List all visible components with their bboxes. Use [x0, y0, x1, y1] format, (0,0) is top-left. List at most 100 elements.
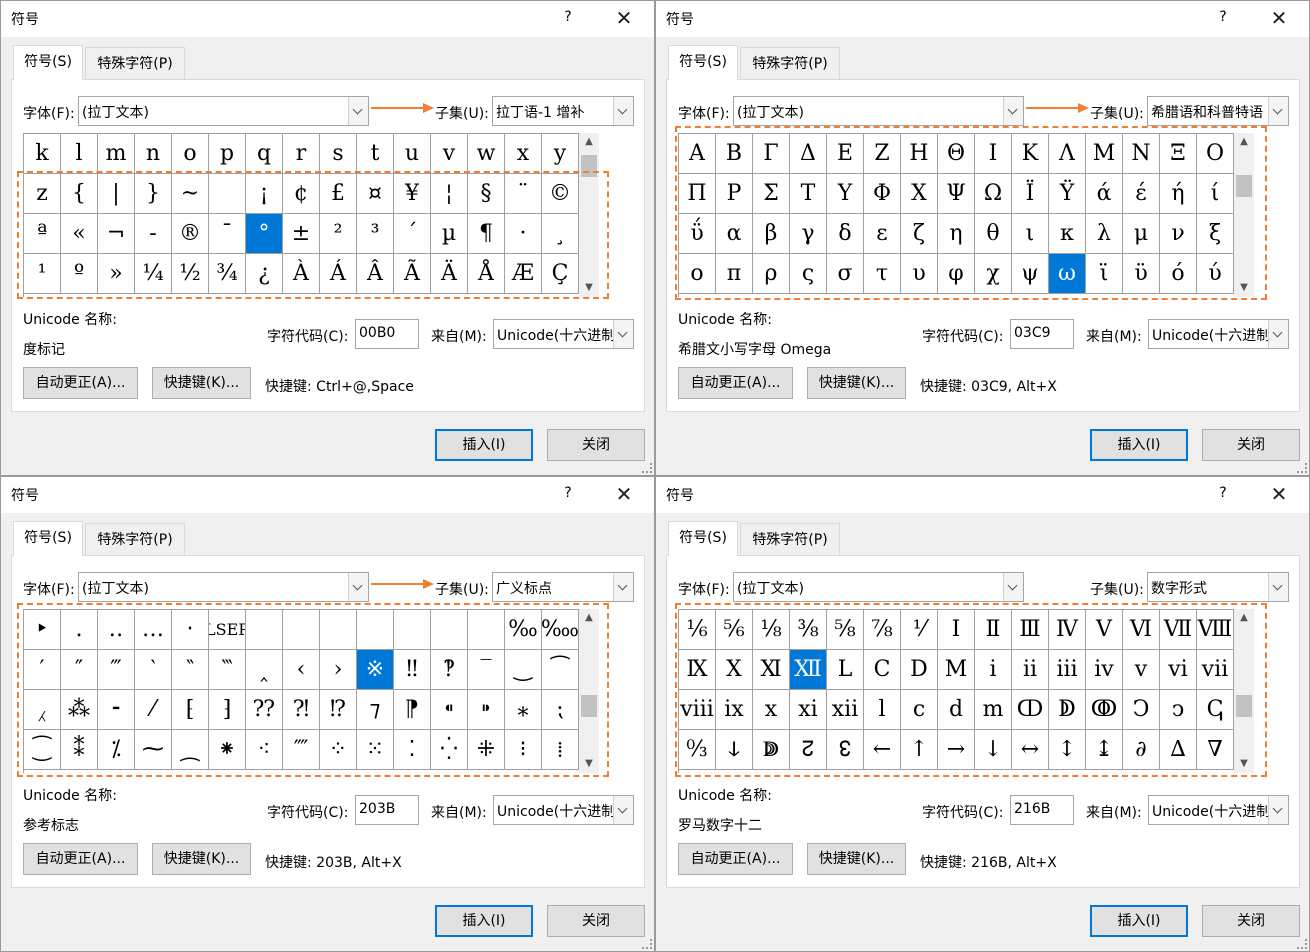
symbol-cell[interactable]: ⁎ — [505, 690, 542, 730]
scroll-up-icon[interactable]: ▲ — [579, 133, 599, 151]
close-button[interactable]: 关闭 — [1202, 429, 1300, 461]
chevron-down-icon[interactable] — [1268, 320, 1288, 348]
autocorrect-button[interactable]: 自动更正(A)... — [678, 367, 793, 399]
chevron-down-icon[interactable] — [613, 320, 633, 348]
symbol-cell[interactable]: ⁃ — [98, 690, 135, 730]
symbol-cell[interactable]: φ — [938, 254, 975, 294]
symbol-cell[interactable]: u — [394, 134, 431, 174]
chevron-down-icon[interactable] — [613, 796, 633, 824]
symbol-cell[interactable]: Ⅴ — [1086, 610, 1123, 650]
symbol-cell[interactable]: β — [753, 214, 790, 254]
symbol-cell-selected[interactable]: ° — [246, 214, 283, 254]
symbol-cell[interactable]: Ⅸ — [679, 650, 716, 690]
symbol-cell[interactable]: Ⅵ — [1123, 610, 1160, 650]
symbol-cell[interactable]: ↊ — [790, 730, 827, 770]
symbol-cell[interactable]: ↨ — [1086, 730, 1123, 770]
symbol-cell[interactable]: { — [61, 174, 98, 214]
chevron-down-icon[interactable] — [1268, 97, 1288, 125]
symbol-cell[interactable]: Ρ — [716, 174, 753, 214]
symbol-cell[interactable]: Â — [357, 254, 394, 294]
symbol-cell[interactable]: ϋ — [1123, 254, 1160, 294]
symbol-cell[interactable]: ↄ — [1160, 690, 1197, 730]
symbol-cell[interactable]: n — [135, 134, 172, 174]
close-icon[interactable]: ✕ — [611, 5, 637, 31]
char-code-input[interactable]: 00B0 — [355, 319, 419, 349]
symbol-cell[interactable]: ® — [172, 214, 209, 254]
symbol-cell[interactable]: Γ — [753, 134, 790, 174]
symbol-cell[interactable]: ↋ — [827, 730, 864, 770]
symbol-cell[interactable]: ΰ — [679, 214, 716, 254]
symbol-cell[interactable]: LSEP — [209, 610, 246, 650]
symbol-cell[interactable]: Ϊ — [1012, 174, 1049, 214]
symbol-cell[interactable]: ύ — [1197, 254, 1234, 294]
symbol-cell[interactable]: ⁛ — [431, 730, 468, 770]
symbol-cell[interactable]: y — [542, 134, 579, 174]
scroll-down-icon[interactable]: ▼ — [1234, 755, 1254, 773]
symbol-cell[interactable]: Ⅹ — [716, 650, 753, 690]
symbol-cell[interactable] — [209, 174, 246, 214]
symbol-cell[interactable]: α — [716, 214, 753, 254]
from-select[interactable]: Unicode(十六进制) — [493, 795, 634, 825]
symbol-cell[interactable]: ⁑ — [61, 730, 98, 770]
symbol-cell[interactable]: … — [135, 610, 172, 650]
symbol-cell[interactable] — [468, 610, 505, 650]
symbol-cell[interactable]: ↀ — [1012, 690, 1049, 730]
symbol-cell[interactable]: Σ — [753, 174, 790, 214]
symbol-cell[interactable]: » — [98, 254, 135, 294]
symbol-cell[interactable]: Ϋ — [1049, 174, 1086, 214]
symbol-cell[interactable]: À — [283, 254, 320, 294]
symbol-cell[interactable]: ⅻ — [827, 690, 864, 730]
symbol-cell[interactable]: ‽ — [431, 650, 468, 690]
symbol-cell-selected[interactable]: Ⅻ — [790, 650, 827, 690]
symbol-cell[interactable]: ⅽ — [901, 690, 938, 730]
symbol-cell[interactable]: π — [716, 254, 753, 294]
symbol-cell[interactable]: x — [505, 134, 542, 174]
symbol-cell[interactable]: ⅛ — [753, 610, 790, 650]
symbol-cell[interactable]: ¾ — [209, 254, 246, 294]
symbol-cell[interactable]: ↑ — [901, 730, 938, 770]
chevron-down-icon[interactable] — [348, 97, 368, 125]
symbol-cell[interactable]: κ — [1049, 214, 1086, 254]
chevron-down-icon[interactable] — [1268, 573, 1288, 601]
symbol-cell[interactable]: z — [24, 174, 61, 214]
resize-grip[interactable] — [1297, 463, 1307, 473]
symbol-cell[interactable]: t — [357, 134, 394, 174]
symbol-cell[interactable]: σ — [827, 254, 864, 294]
symbol-cell[interactable]: ª — [24, 214, 61, 254]
symbol-cell[interactable]: Ν — [1123, 134, 1160, 174]
symbol-cell[interactable]: - — [135, 214, 172, 254]
symbol-cell[interactable]: Ⅼ — [827, 650, 864, 690]
font-select[interactable]: (拉丁文本) — [733, 96, 1024, 126]
scroll-thumb[interactable] — [581, 695, 597, 717]
symbol-cell[interactable]: Ξ — [1160, 134, 1197, 174]
symbol-cell[interactable]: Ⅿ — [938, 650, 975, 690]
symbol-cell[interactable]: ¿ — [246, 254, 283, 294]
symbol-cell[interactable]: ό — [1160, 254, 1197, 294]
scroll-up-icon[interactable]: ▲ — [1234, 609, 1254, 627]
tab-special-characters[interactable]: 特殊字符(P) — [85, 523, 185, 555]
symbol-cell[interactable]: Υ — [827, 174, 864, 214]
symbol-cell[interactable]: ․ — [61, 610, 98, 650]
symbol-cell[interactable]: Ä — [431, 254, 468, 294]
symbol-cell[interactable]: δ — [827, 214, 864, 254]
symbol-cell[interactable]: Π — [679, 174, 716, 214]
symbol-cell[interactable]: ¦ — [431, 174, 468, 214]
symbol-cell[interactable]: ε — [864, 214, 901, 254]
scroll-down-icon[interactable]: ▼ — [579, 279, 599, 297]
symbol-cell[interactable]: ↅ — [1197, 690, 1234, 730]
symbol-cell[interactable]: ⅿ — [975, 690, 1012, 730]
symbol-cell[interactable]: ‱ — [542, 610, 579, 650]
symbol-cell[interactable]: µ — [431, 214, 468, 254]
symbol-cell[interactable]: ¤ — [357, 174, 394, 214]
symbol-cell[interactable]: ↓ — [975, 730, 1012, 770]
scroll-up-icon[interactable]: ▲ — [579, 609, 599, 627]
help-button[interactable]: ? — [1214, 9, 1232, 29]
symbol-cell[interactable]: μ — [1123, 214, 1160, 254]
symbol-cell[interactable]: ζ — [901, 214, 938, 254]
subset-select[interactable]: 希腊语和科普特语 — [1147, 96, 1289, 126]
grid-scrollbar[interactable]: ▲ ▼ — [579, 133, 599, 297]
symbol-cell[interactable]: λ — [1086, 214, 1123, 254]
chevron-down-icon[interactable] — [348, 573, 368, 601]
symbol-cell[interactable]: χ — [975, 254, 1012, 294]
symbol-cell[interactable]: Ε — [827, 134, 864, 174]
